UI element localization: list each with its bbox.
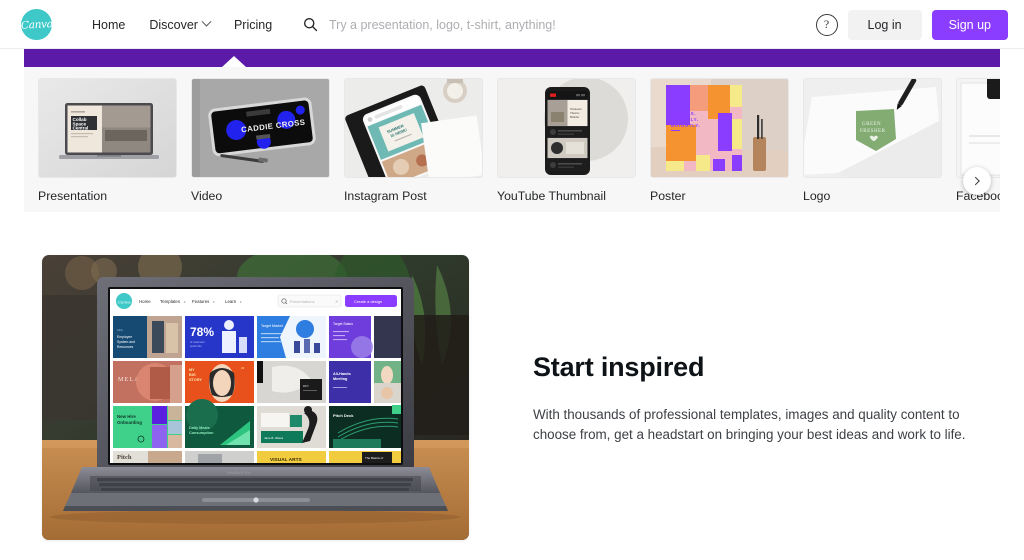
nav-item-discover[interactable]: Discover [137,0,222,49]
svg-text:FRESHER: FRESHER [860,129,886,134]
hero-body: With thousands of professional templates… [533,407,966,442]
chevron-right-icon [971,176,980,186]
svg-text:Citrix: Citrix [117,328,124,332]
svg-text:Meeting: Meeting [333,377,348,381]
category-card-instagram-post[interactable]: SUMMER IS HERE! Instagram Post [344,78,483,203]
header-actions: ? Log in Sign up [815,0,1008,49]
svg-text:COLORS.: COLORS. [671,111,696,116]
svg-text:Employee: Employee [117,335,132,339]
svg-text:System and: System and [117,340,135,344]
svg-text:Consumption: Consumption [189,431,214,435]
category-card-video[interactable]: CADDIE CROSS Video [191,78,330,203]
category-label-instagram-post: Instagram Post [344,189,427,203]
carousel-next-button[interactable] [963,167,991,195]
category-card-youtube-thumbnail[interactable]: Weekend Theatre Builder YouTube Thumbnai… [497,78,636,203]
hero-laptop-image: Canva Home Templates ▾ Features ▾ Learn … [42,255,469,540]
svg-text:MacBook Pro: MacBook Pro [227,470,252,475]
svg-text:The Basics of: The Basics of [365,456,383,460]
hero-text-block: Start inspired With thousands of profess… [533,352,998,445]
svg-text:VISUAL ARTS: VISUAL ARTS [270,457,303,463]
svg-text:Learn: Learn [225,299,237,304]
category-card-logo[interactable]: GREEN FRESHER Logo [803,78,942,203]
search-input[interactable] [329,17,659,32]
svg-text:Central: Central [73,126,89,131]
canva-logo[interactable]: Canva [20,9,53,40]
nav-item-pricing[interactable]: Pricing [222,0,284,49]
svg-text:Features: Features [192,299,210,304]
category-label-logo: Logo [803,189,831,203]
category-thumb-instagram-post: SUMMER IS HERE! [344,78,483,178]
svg-text:YOUR: YOUR [671,99,687,104]
svg-text:Canva: Canva [118,300,131,305]
svg-text:Templates: Templates [160,299,181,304]
svg-text:BRIGHTLY.: BRIGHTLY. [671,123,700,128]
hero-title: Start inspired [533,352,705,382]
login-button[interactable]: Log in [847,9,922,40]
svg-text:Pitch Deck: Pitch Deck [333,413,354,418]
svg-text:TRUE: TRUE [671,105,686,110]
svg-text:Home: Home [139,299,151,304]
svg-text:STORY: STORY [189,378,202,382]
svg-text:REV: REV [303,384,310,388]
svg-text:Onboarding: Onboarding [117,420,142,425]
svg-text:All-Hands: All-Hands [333,372,351,376]
search-area [303,0,659,49]
svg-text:Create a design: Create a design [354,299,382,304]
category-carousel: Collab Space Central Presentation CADDIE… [24,67,1000,212]
svg-text:78%: 78% [190,325,214,339]
svg-text:PROUDLY.: PROUDLY. [671,117,699,122]
svg-text:prefer this: prefer this [190,344,202,348]
category-thumb-presentation: Collab Space Central [38,78,177,178]
svg-text:of customers: of customers [190,340,206,344]
svg-text:SHOW: SHOW [671,93,688,98]
category-label-youtube-thumbnail: YouTube Thumbnail [497,189,606,203]
svg-text:Daily Meals: Daily Meals [189,426,210,430]
signup-button[interactable]: Sign up [931,9,1008,40]
svg-text:New Hire: New Hire [117,414,136,419]
nav-item-pricing-label: Pricing [233,17,273,32]
category-label-poster: Poster [650,189,686,203]
category-thumb-video: CADDIE CROSS [191,78,330,178]
svg-text:BIG: BIG [189,373,196,377]
svg-text:GREEN: GREEN [862,122,881,127]
category-thumb-logo: GREEN FRESHER [803,78,942,178]
promo-purple-bar [24,49,1000,67]
category-card-presentation[interactable]: Collab Space Central Presentation [38,78,177,203]
category-label-video: Video [191,189,223,203]
category-thumb-facebook [956,78,1000,178]
nav-item-home-label: Home [92,17,126,32]
category-card-poster[interactable]: SHOW YOUR TRUE COLORS. PROUDLY. BRIGHTLY… [650,78,789,203]
svg-text:Presentations: Presentations [290,299,314,304]
main-nav: Home Discover Pricing [80,0,284,49]
category-card-list: Collab Space Central Presentation CADDIE… [38,78,1000,203]
top-header: Canva Home Discover Pricing ? Log in Sig… [0,0,1024,49]
nav-item-discover-label: Discover [149,17,198,32]
nav-item-home[interactable]: Home [80,0,137,49]
svg-text:24: 24 [241,366,245,370]
svg-text:Builder: Builder [570,115,579,119]
search-icon[interactable] [303,17,318,32]
svg-text:Target Status: Target Status [333,322,353,326]
svg-text:Pitch: Pitch [117,454,132,461]
category-label-presentation: Presentation [38,189,108,203]
svg-text:Jane B. Weiss: Jane B. Weiss [264,436,284,440]
svg-text:✕: ✕ [335,299,338,304]
svg-text:Resources: Resources [117,345,134,349]
svg-text:Target Market: Target Market [261,324,283,328]
help-icon[interactable]: ? [815,13,838,36]
category-thumb-poster: SHOW YOUR TRUE COLORS. PROUDLY. BRIGHTLY… [650,78,789,178]
svg-text:MY: MY [189,368,195,372]
up-caret-indicator-icon [222,56,246,67]
canva-logo-text: Canva [20,17,53,32]
category-thumb-youtube-thumbnail: Weekend Theatre Builder [497,78,636,178]
chevron-down-icon [201,16,212,27]
help-icon-label: ? [823,17,830,31]
